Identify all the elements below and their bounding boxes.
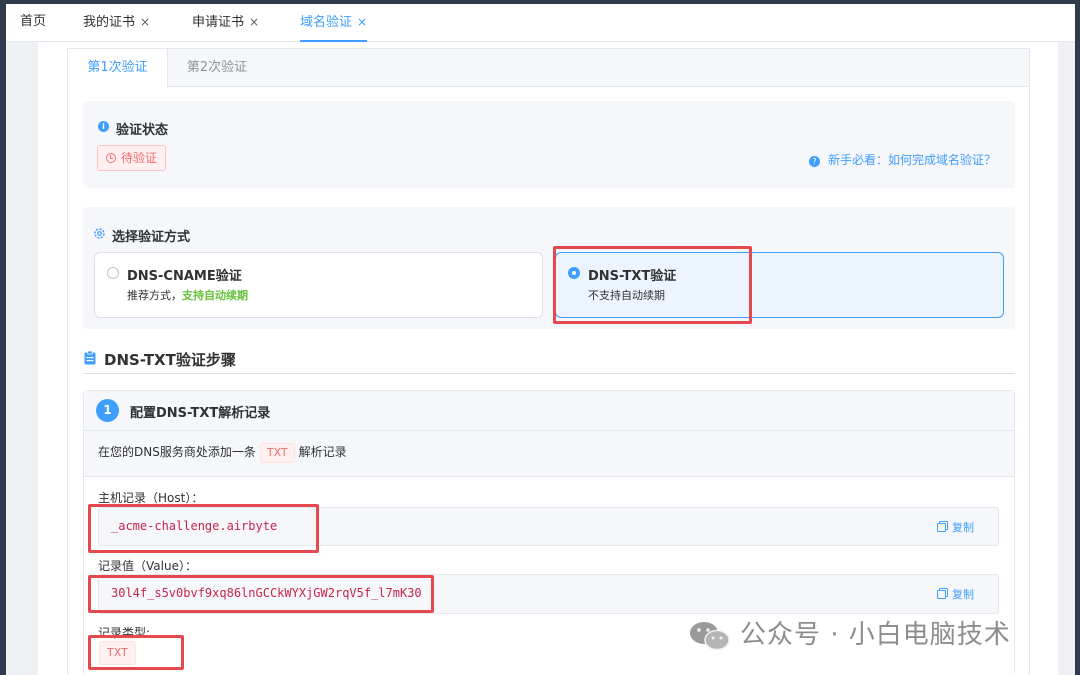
radio-dns-cname[interactable] [107,267,119,279]
status-panel [83,101,1015,188]
tab-domain-validation-label: 域名验证 [300,15,353,30]
tab-apply-certificate-label: 申请证书 [192,15,245,30]
window-left-border [0,0,6,675]
clipboard-icon [84,351,96,365]
annotation-box-dns-txt [553,246,752,324]
tab-home[interactable]: 首页 [20,4,46,42]
copy-icon [937,590,946,599]
wechat-logo-icon [690,621,730,650]
value-label: 记录值（Value）： [98,559,197,573]
instruction-text-tail: 解析记录 [298,445,347,459]
status-badge: 待验证 [97,145,167,171]
step-1-number: 1 [96,399,119,422]
copy-host-label: 复制 [952,521,974,534]
option-dns-cname-desc-text: 推荐方式， [127,289,182,302]
step-1-instruction: 在您的DNS服务商处添加一条 TXT 解析记录 [98,443,347,463]
window-right-border [1075,0,1080,675]
instruction-text: 在您的DNS服务商处添加一条 [98,445,256,459]
tab-attempt-1[interactable]: 第1次验证 [68,49,168,88]
annotation-box-type [88,635,184,670]
txt-record-chip: TXT [259,443,295,463]
option-dns-cname-desc: 推荐方式，支持自动续期 [127,287,248,303]
watermark: 公众号 · 小白电脑技术 [688,614,1011,653]
divider [84,476,1014,477]
close-icon[interactable]: × [249,15,259,29]
copy-value-button[interactable]: 复制 [937,586,974,602]
gear-icon [94,228,105,239]
status-title: 验证状态 [116,123,169,138]
option-dns-cname[interactable]: DNS-CNAME验证 推荐方式，支持自动续期 [94,252,543,318]
watermark-text: 公众号 · 小白电脑技术 [740,620,1011,650]
copy-value-label: 复制 [952,588,974,601]
copy-host-button[interactable]: 复制 [937,519,974,535]
copy-icon [937,523,946,532]
annotation-box-host [88,504,319,553]
info-icon: i [98,121,109,132]
option-dns-cname-title: DNS-CNAME验证 [127,269,242,284]
question-icon: ? [809,156,820,167]
close-icon[interactable]: × [357,15,367,29]
steps-divider [83,373,1015,374]
tab-my-certificates[interactable]: 我的证书 × [83,4,150,42]
tab-my-certificates-label: 我的证书 [83,15,136,30]
attempt-tabs: 第1次验证 第2次验证 [68,49,1029,88]
tab-domain-validation[interactable]: 域名验证 × [300,4,368,42]
help-link-label: 新手必看：如何完成域名验证？ [828,153,997,167]
tab-attempt-2[interactable]: 第2次验证 [168,49,266,88]
help-link[interactable]: ? 新手必看：如何完成域名验证？ [809,151,996,168]
steps-title: DNS-TXT验证步骤 [104,351,236,369]
method-title: 选择验证方式 [112,230,191,245]
step-1-title: 配置DNS-TXT解析记录 [130,406,271,421]
tab-apply-certificate[interactable]: 申请证书 × [192,4,259,42]
status-badge-label: 待验证 [121,151,158,165]
page-tab-bar: 首页 我的证书 × 申请证书 × 域名验证 × [6,4,1075,42]
tab-home-label: 首页 [20,14,47,29]
close-icon[interactable]: × [140,15,150,29]
auto-renew-highlight: 支持自动续期 [182,289,248,302]
annotation-box-value [88,575,434,613]
clock-icon [106,153,116,163]
